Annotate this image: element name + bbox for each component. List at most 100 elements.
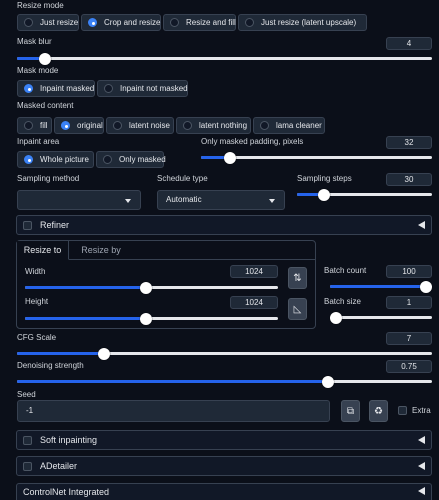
width-slider[interactable] <box>25 281 278 294</box>
batch-size-label: Batch size <box>324 297 361 306</box>
tab-divider <box>69 259 315 260</box>
radio-fill[interactable]: fill <box>17 117 52 134</box>
radio-latent-nothing[interactable]: latent nothing <box>176 117 251 134</box>
radio-just-resize[interactable]: Just resize <box>17 14 79 31</box>
slider-fill <box>330 285 432 288</box>
slider-fill <box>17 352 105 355</box>
radio-crop-and-resize[interactable]: Crop and resize <box>81 14 161 31</box>
controlnet-accordion[interactable]: ControlNet Integrated <box>16 483 432 500</box>
radio-resize-and-fill[interactable]: Resize and fill <box>163 14 236 31</box>
extra-label: Extra <box>412 406 431 415</box>
denoising-strength-label: Denoising strength <box>17 361 84 370</box>
masked-content-group: fill original latent noise latent nothin… <box>17 117 327 134</box>
height-input[interactable]: 1024 <box>230 296 278 309</box>
extra-checkbox[interactable] <box>398 406 407 415</box>
cfg-scale-label: CFG Scale <box>17 333 57 342</box>
mask-mode-label: Mask mode <box>17 66 59 75</box>
slider-thumb[interactable] <box>223 151 236 164</box>
radio-dot <box>260 121 269 130</box>
slider-thumb[interactable] <box>330 311 342 324</box>
radio-inpaint-masked[interactable]: Inpaint masked <box>17 80 95 97</box>
only-masked-padding-slider[interactable] <box>201 151 432 164</box>
radio-dot <box>61 121 70 130</box>
radio-latent-noise[interactable]: latent noise <box>106 117 174 134</box>
radio-dot <box>104 84 113 93</box>
mask-blur-slider[interactable] <box>17 52 432 65</box>
seed-input[interactable]: -1 <box>17 400 330 422</box>
radio-only-masked[interactable]: Only masked <box>96 151 166 168</box>
aspect-ratio-icon[interactable]: ◺ <box>288 298 307 320</box>
radio-dot <box>24 155 33 164</box>
tab-resize-to[interactable]: Resize to <box>17 241 69 260</box>
resize-mode-group: Just resize Crop and resize Resize and f… <box>17 14 369 31</box>
adetailer-checkbox[interactable] <box>23 461 32 471</box>
denoising-strength-input[interactable]: 0.75 <box>386 360 432 373</box>
radio-dot <box>24 121 33 130</box>
collapse-triangle-icon <box>418 436 425 444</box>
batch-size-slider[interactable] <box>330 311 432 324</box>
mask-blur-label: Mask blur <box>17 37 52 46</box>
radio-just-resize-latent[interactable]: Just resize (latent upscale) <box>238 14 367 31</box>
collapse-triangle-icon <box>418 487 425 495</box>
refiner-checkbox[interactable] <box>23 220 32 230</box>
slider-fill <box>25 286 147 289</box>
inpaint-area-group: Whole picture Only masked <box>17 151 166 168</box>
slider-thumb[interactable] <box>98 347 111 360</box>
radio-dot <box>24 84 33 93</box>
radio-dot <box>103 155 112 164</box>
radio-lama-cleaner[interactable]: lama cleaner <box>253 117 325 134</box>
mask-blur-input[interactable]: 4 <box>386 37 432 50</box>
only-masked-padding-input[interactable]: 32 <box>386 136 432 149</box>
schedule-type-label: Schedule type <box>157 174 208 183</box>
sampling-method-label: Sampling method <box>17 174 80 183</box>
reuse-seed-recycle-icon[interactable]: ♻ <box>369 400 388 422</box>
seed-label: Seed <box>17 390 36 399</box>
random-seed-dice-icon[interactable]: ⧉ <box>341 400 360 422</box>
cfg-scale-slider[interactable] <box>17 347 432 360</box>
slider-thumb[interactable] <box>420 280 432 293</box>
chevron-down-icon <box>125 199 131 203</box>
inpaint-area-label: Inpaint area <box>17 137 60 146</box>
batch-size-input[interactable]: 1 <box>386 296 432 309</box>
masked-content-label: Masked content <box>17 101 74 110</box>
slider-thumb[interactable] <box>38 52 51 65</box>
batch-count-label: Batch count <box>324 266 367 275</box>
radio-dot <box>245 18 254 27</box>
adetailer-accordion[interactable]: ADetailer <box>16 456 432 476</box>
denoising-strength-slider[interactable] <box>17 375 432 388</box>
batch-count-slider[interactable] <box>330 280 432 293</box>
radio-dot <box>113 121 122 130</box>
refiner-accordion[interactable]: Refiner <box>16 215 432 235</box>
slider-fill <box>25 317 147 320</box>
batch-count-input[interactable]: 100 <box>386 265 432 278</box>
collapse-triangle-icon <box>418 462 425 470</box>
only-masked-padding-label: Only masked padding, pixels <box>201 137 304 146</box>
height-slider[interactable] <box>25 312 278 325</box>
slider-thumb[interactable] <box>322 375 335 388</box>
sampling-steps-slider[interactable] <box>297 188 432 201</box>
height-label: Height <box>25 297 49 306</box>
sampling-steps-label: Sampling steps <box>297 174 352 183</box>
mask-mode-group: Inpaint masked Inpaint not masked <box>17 80 190 97</box>
slider-thumb[interactable] <box>140 281 153 294</box>
collapse-triangle-icon <box>418 221 425 229</box>
soft-inpainting-checkbox[interactable] <box>23 435 32 445</box>
radio-dot <box>24 18 33 27</box>
sampling-steps-input[interactable]: 30 <box>386 173 432 186</box>
radio-inpaint-not-masked[interactable]: Inpaint not masked <box>97 80 188 97</box>
radio-original[interactable]: original <box>54 117 104 134</box>
cfg-scale-input[interactable]: 7 <box>386 332 432 345</box>
swap-dimensions-icon[interactable]: ⇅ <box>288 267 307 289</box>
radio-whole-picture[interactable]: Whole picture <box>17 151 94 168</box>
slider-thumb[interactable] <box>318 188 330 201</box>
width-input[interactable]: 1024 <box>230 265 278 278</box>
tab-resize-by[interactable]: Resize by <box>76 241 126 260</box>
slider-fill <box>17 380 329 383</box>
radio-dot <box>170 18 179 27</box>
slider-thumb[interactable] <box>140 312 153 325</box>
radio-dot <box>183 121 192 130</box>
schedule-type-dropdown[interactable]: Automatic <box>157 190 285 210</box>
soft-inpainting-accordion[interactable]: Soft inpainting <box>16 430 432 450</box>
sampling-method-dropdown[interactable] <box>17 190 141 210</box>
chevron-down-icon <box>269 199 275 203</box>
